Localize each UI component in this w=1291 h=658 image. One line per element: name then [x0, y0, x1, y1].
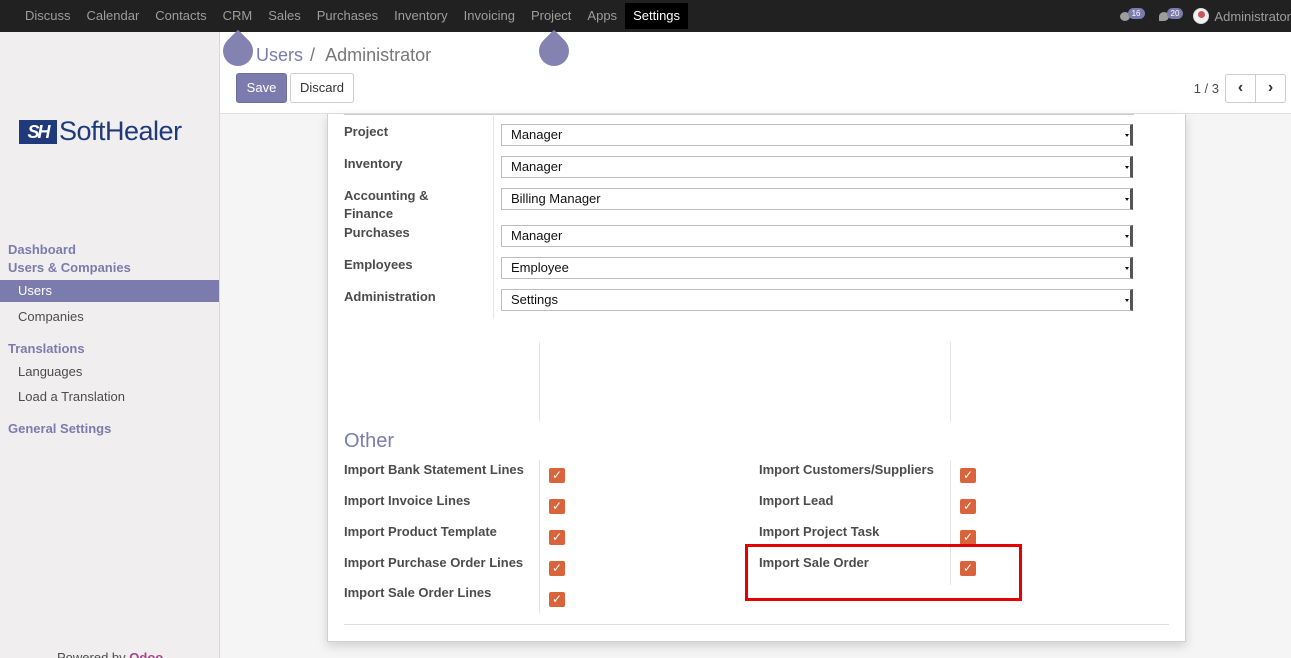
administration-access-select[interactable]: Settings — [501, 289, 1133, 311]
messages-icon[interactable]: 20 — [1158, 7, 1184, 22]
menu-project[interactable]: Project — [523, 3, 579, 29]
sidebar-item-load-translation[interactable]: Load a Translation — [0, 386, 219, 408]
project-access-select[interactable]: Manager — [501, 124, 1133, 146]
checkbox-import-purchase-order-lines[interactable]: ✓ — [549, 561, 565, 576]
breadcrumb-current: Administrator — [325, 45, 432, 65]
sidebar-section-users-companies[interactable]: Users & Companies — [8, 260, 131, 275]
message-count-badge: 20 — [1166, 7, 1184, 19]
field-label-employees: Employees — [344, 257, 413, 272]
systray: 16 20 Administrator — [1119, 0, 1291, 32]
sidebar: SH SoftHealer Dashboard Users & Companie… — [0, 32, 220, 658]
discard-button[interactable]: Discard — [290, 73, 354, 103]
sidebar-item-dashboard[interactable]: Dashboard — [8, 242, 76, 257]
sidebar-item-general-settings[interactable]: General Settings — [8, 421, 111, 436]
menu-calendar[interactable]: Calendar — [79, 3, 148, 29]
label-import-customers-suppliers: Import Customers/Suppliers — [759, 462, 934, 477]
menu-crm[interactable]: CRM — [215, 3, 261, 29]
label-import-product-template: Import Product Template — [344, 524, 497, 539]
section-title-other: Other — [344, 430, 395, 452]
save-button[interactable]: Save — [236, 73, 287, 103]
employees-access-select[interactable]: Employee — [501, 257, 1133, 279]
field-label-purchases: Purchases — [344, 225, 410, 240]
checkbox-import-project-task[interactable]: ✓ — [960, 530, 976, 545]
label-import-invoice-lines: Import Invoice Lines — [344, 493, 471, 508]
divider — [344, 624, 1169, 625]
company-logo: SH SoftHealer — [19, 116, 182, 147]
label-import-bank-statement-lines: Import Bank Statement Lines — [344, 462, 524, 477]
form-sheet: Project Manager Inventory Manager Accoun… — [327, 114, 1186, 642]
divider — [344, 114, 1134, 115]
purchases-access-select[interactable]: Manager — [501, 225, 1133, 247]
breadcrumb-users[interactable]: Users — [256, 45, 303, 65]
top-navbar: Discuss Calendar Contacts CRM Sales Purc… — [0, 0, 1291, 32]
chevron-right-icon[interactable]: › — [1255, 74, 1286, 103]
sidebar-item-languages[interactable]: Languages — [0, 361, 219, 383]
activity-icon[interactable]: 16 — [1119, 7, 1145, 22]
highlight-box — [745, 544, 1022, 601]
avatar — [1193, 8, 1210, 24]
user-menu[interactable]: Administrator — [1193, 8, 1291, 24]
checkbox-import-lead[interactable]: ✓ — [960, 499, 976, 514]
divider — [539, 460, 540, 614]
menu-apps[interactable]: Apps — [579, 3, 625, 29]
sidebar-item-users[interactable]: Users — [0, 280, 219, 302]
divider — [493, 114, 494, 319]
pager-value: 1 / 3 — [1193, 81, 1219, 96]
label-import-sale-order-lines: Import Sale Order Lines — [344, 585, 492, 600]
sidebar-item-companies[interactable]: Companies — [0, 306, 219, 328]
field-label-project: Project — [344, 124, 389, 139]
divider — [950, 342, 951, 422]
menu-inventory[interactable]: Inventory — [386, 3, 455, 29]
inventory-access-select[interactable]: Manager — [501, 156, 1133, 178]
control-panel: Users / Administrator Save Discard 1 / 3… — [220, 32, 1291, 114]
menu-purchases[interactable]: Purchases — [309, 3, 386, 29]
label-import-purchase-order-lines: Import Purchase Order Lines — [344, 555, 524, 570]
checkbox-import-invoice-lines[interactable]: ✓ — [549, 499, 565, 514]
powered-by: Powered by Odoo — [57, 650, 163, 658]
menu-contacts[interactable]: Contacts — [147, 3, 214, 29]
form-view: Project Manager Inventory Manager Accoun… — [220, 114, 1291, 658]
accounting-access-select[interactable]: Billing Manager — [501, 188, 1133, 210]
odoo-link[interactable]: Odoo — [129, 650, 163, 658]
menu-discuss[interactable]: Discuss — [17, 3, 79, 29]
powered-by-label: Powered by — [57, 650, 126, 658]
app-menu: Discuss Calendar Contacts CRM Sales Purc… — [17, 3, 689, 29]
user-name: Administrator — [1214, 8, 1291, 24]
menu-sales[interactable]: Sales — [260, 3, 309, 29]
logo-text: SoftHealer — [59, 116, 182, 146]
chevron-left-icon[interactable]: ‹ — [1225, 74, 1256, 103]
menu-settings[interactable]: Settings — [625, 3, 689, 29]
divider — [539, 342, 540, 422]
activity-count-badge: 16 — [1127, 7, 1145, 19]
field-label-accounting: Accounting & Finance — [344, 188, 429, 221]
breadcrumb-separator: / — [310, 45, 316, 65]
sidebar-section-translations[interactable]: Translations — [8, 341, 85, 356]
breadcrumb: Users / Administrator — [256, 45, 431, 66]
checkbox-import-product-template[interactable]: ✓ — [549, 530, 565, 545]
checkbox-import-customers-suppliers[interactable]: ✓ — [960, 468, 976, 483]
checkbox-import-bank-statement-lines[interactable]: ✓ — [549, 468, 565, 483]
logo-mark: SH — [19, 119, 57, 144]
menu-invoicing[interactable]: Invoicing — [456, 3, 523, 29]
field-label-inventory: Inventory — [344, 156, 403, 171]
field-label-administration: Administration — [344, 289, 436, 304]
checkbox-import-sale-order-lines[interactable]: ✓ — [549, 592, 565, 607]
label-import-lead: Import Lead — [759, 493, 834, 508]
label-import-project-task: Import Project Task — [759, 524, 880, 539]
